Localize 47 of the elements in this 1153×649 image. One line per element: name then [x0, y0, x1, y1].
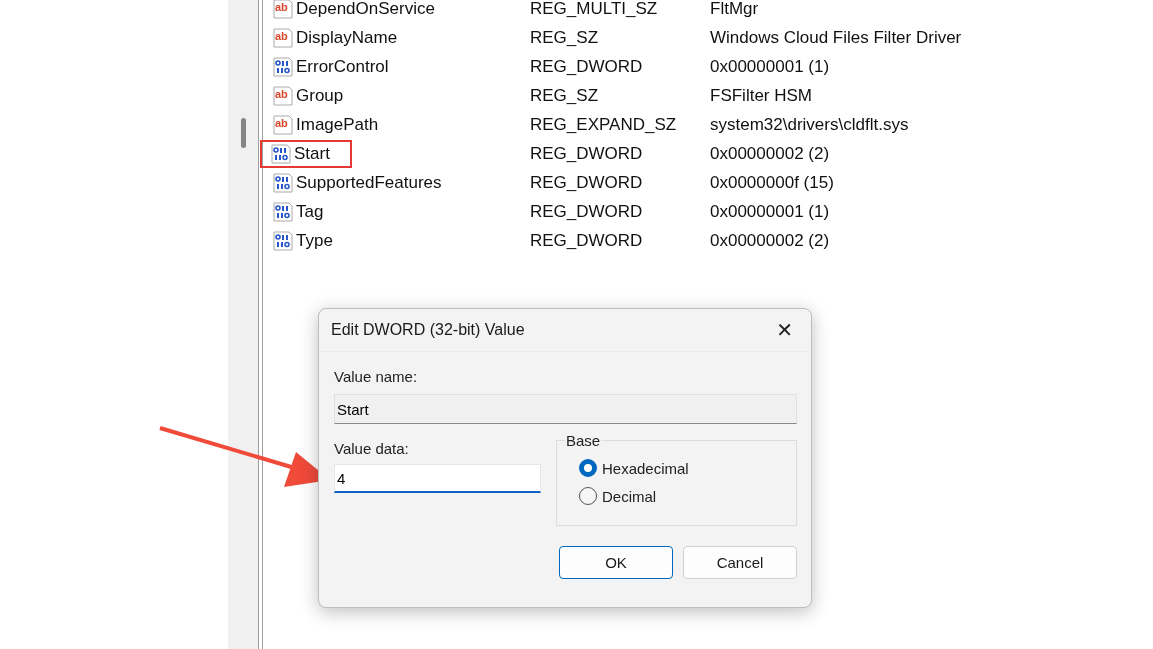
string-value-icon: ab [272, 0, 294, 20]
cancel-button[interactable]: Cancel [683, 546, 797, 579]
value-data: Windows Cloud Files Filter Driver [710, 27, 962, 48]
value-name: ErrorControl [296, 56, 389, 77]
close-button[interactable]: ✕ [770, 318, 799, 342]
value-data: FSFilter HSM [710, 85, 812, 106]
field-label: Value name: [334, 368, 419, 385]
value-name: Tag [296, 201, 324, 222]
ok-button[interactable]: OK [559, 546, 673, 579]
value-name: Group [296, 85, 344, 106]
radio-option[interactable]: Decimal [579, 487, 796, 505]
value-type: REG_SZ [530, 85, 600, 106]
value-type: REG_SZ [530, 27, 600, 48]
value-type: REG_DWORD [530, 201, 644, 222]
binary-value-icon [272, 200, 294, 223]
field-label: Value data: [334, 440, 410, 457]
radio-option[interactable]: Hexadecimal [579, 459, 796, 477]
string-value-icon: ab [272, 26, 294, 49]
value-data: 0x00000001 (1) [710, 201, 830, 222]
value-data: 0x00000002 (2) [710, 230, 830, 251]
value-type: REG_DWORD [530, 230, 644, 251]
string-value-icon: ab [272, 113, 294, 136]
value-type: REG_DWORD [530, 172, 644, 193]
binary-value-icon [270, 142, 292, 165]
value-data-field[interactable]: 4 [334, 464, 541, 493]
value-data: 0x00000001 (1) [710, 56, 830, 77]
value-name: DisplayName [296, 27, 398, 48]
value-data: system32\drivers\cldflt.sys [710, 114, 909, 135]
value-type: REG_MULTI_SZ [530, 0, 659, 19]
dialog-title: Edit DWORD (32-bit) Value [331, 321, 525, 339]
value-data: 0x0000000f (15) [710, 172, 834, 193]
value-name: Type [296, 230, 333, 251]
string-value-icon: ab [272, 84, 294, 107]
binary-value-icon [272, 229, 294, 252]
value-data: 0x00000002 (2) [710, 143, 830, 164]
value-type: REG_DWORD [530, 143, 644, 164]
binary-value-icon [272, 171, 294, 194]
binary-value-icon [272, 55, 294, 78]
value-name: Start [294, 143, 330, 164]
scrollbar-thumb[interactable] [240, 118, 246, 148]
value-data: FltMgr [710, 0, 759, 19]
value-type: REG_DWORD [530, 56, 644, 77]
value-name: DependOnService [296, 0, 435, 19]
value-type: REG_EXPAND_SZ [530, 114, 678, 135]
value-name: ImagePath [296, 114, 379, 135]
value-name-field[interactable]: Start [334, 394, 797, 424]
value-name: SupportedFeatures [296, 172, 442, 193]
